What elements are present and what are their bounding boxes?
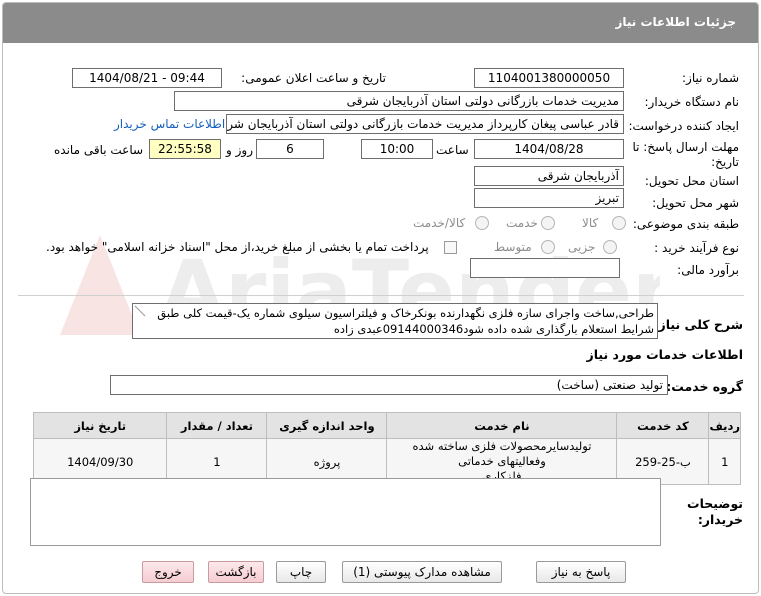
process-radio-medium[interactable] (541, 240, 555, 254)
category-option-service: خدمت (506, 216, 538, 230)
need-number-label: شماره نیاز: (682, 71, 739, 85)
remaining-label: ساعت باقی مانده (54, 143, 144, 157)
buyer-org-field: مدیریت خدمات بازرگانی دولتی استان آذربای… (174, 91, 624, 111)
col-header-code: کد خدمت (616, 412, 710, 439)
days-field: 6 (256, 139, 324, 159)
time-label: ساعت (436, 143, 469, 157)
category-option-goods: کالا (582, 216, 599, 230)
summary-line-2: شرایط استعلام بارگذاری شده داده شود09144… (333, 322, 654, 336)
days-label: روز و (226, 143, 253, 157)
deadline-time-field: 10:00 (361, 139, 433, 159)
announce-label: تاریخ و ساعت اعلان عمومی: (241, 71, 386, 85)
buyer-notes-textarea[interactable] (30, 478, 661, 546)
need-number-field: 1104001380000050 (474, 68, 624, 88)
col-header-name: نام خدمت (386, 412, 618, 439)
col-header-qty: تعداد / مقدار (166, 412, 268, 439)
col-header-unit: واحد اندازه گیری (266, 412, 388, 439)
page-title: جزئیات اطلاعات نیاز (615, 15, 736, 29)
category-radio-service[interactable] (541, 216, 555, 230)
province-field: آذربایجان شرقی (474, 166, 624, 186)
city-label: شهر محل تحویل: (652, 196, 739, 210)
col-header-date: تاریخ نیاز (32, 412, 168, 439)
category-radio-goods[interactable] (612, 216, 626, 230)
buyer-notes-label-1: توضیحات (687, 496, 743, 511)
deadline-label: مهلت ارسال پاسخ: تا تاریخ: (632, 140, 739, 169)
category-option-goods-service: کالا/خدمت (413, 216, 466, 230)
buyer-contact-link[interactable]: اطلاعات تماس خریدار (114, 117, 225, 131)
province-label: استان محل تحویل: (644, 174, 739, 188)
service-group-label: گروه خدمت: (666, 379, 743, 394)
category-label: طبقه بندی موضوعی: (632, 217, 739, 231)
title-bar: جزئیات اطلاعات نیاز (3, 3, 758, 43)
estimate-label: برآورد مالی: (677, 263, 739, 277)
attachments-button[interactable]: مشاهده مدارک پیوستی (1) (342, 561, 502, 583)
estimate-field (470, 258, 620, 278)
process-label: نوع فرآیند خرید : (654, 241, 739, 255)
summary-label: شرح کلی نیاز: (653, 317, 743, 332)
resize-handle-icon[interactable] (133, 304, 147, 318)
exit-button[interactable]: خروج (142, 561, 194, 583)
creator-field: قادر عباسی پیغان کارپرداز مدیریت خدمات ب… (226, 114, 624, 134)
process-radio-minor[interactable] (603, 240, 617, 254)
creator-label: ایجاد کننده درخواست: (628, 119, 739, 133)
process-option-medium: متوسط (494, 240, 532, 254)
summary-textarea[interactable]: طراحی,ساخت واجرای سازه فلزی نگهدارنده بو… (132, 303, 658, 339)
table-header-row: ردیف کد خدمت نام خدمت واحد اندازه گیری ت… (32, 412, 741, 439)
buyer-notes-label-2: خریدار: (697, 512, 743, 527)
deadline-date-field: 1404/08/28 (474, 139, 624, 159)
cell-name-line-1: تولیدسایرمحصولات فلزی ساخته شده وفعالیته… (412, 439, 592, 468)
city-field: تبریز (474, 188, 624, 208)
divider (18, 295, 744, 296)
reply-button[interactable]: پاسخ به نیاز (536, 561, 626, 583)
remaining-time-field: 22:55:58 (149, 139, 221, 159)
category-radio-goods-service[interactable] (475, 216, 489, 230)
payment-note: پرداخت تمام یا بخشی از مبلغ خرید،از محل … (46, 240, 429, 254)
cell-row: 1 (708, 438, 741, 485)
service-group-field: تولید صنعتی (ساخت) (110, 375, 668, 395)
announce-datetime-field: 1404/08/21 - 09:44 (72, 68, 222, 88)
buyer-org-label: نام دستگاه خریدار: (644, 95, 740, 109)
summary-line-1: طراحی,ساخت واجرای سازه فلزی نگهدارنده بو… (157, 306, 654, 320)
back-button[interactable]: بازگشت (208, 561, 264, 583)
process-option-minor: جزیی (568, 240, 596, 254)
services-table: ردیف کد خدمت نام خدمت واحد اندازه گیری ت… (32, 412, 741, 485)
treasury-payment-checkbox[interactable] (444, 241, 457, 254)
col-header-row: ردیف (708, 412, 741, 439)
print-button[interactable]: چاپ (276, 561, 326, 583)
services-section-title: اطلاعات خدمات مورد نیاز (586, 347, 744, 362)
